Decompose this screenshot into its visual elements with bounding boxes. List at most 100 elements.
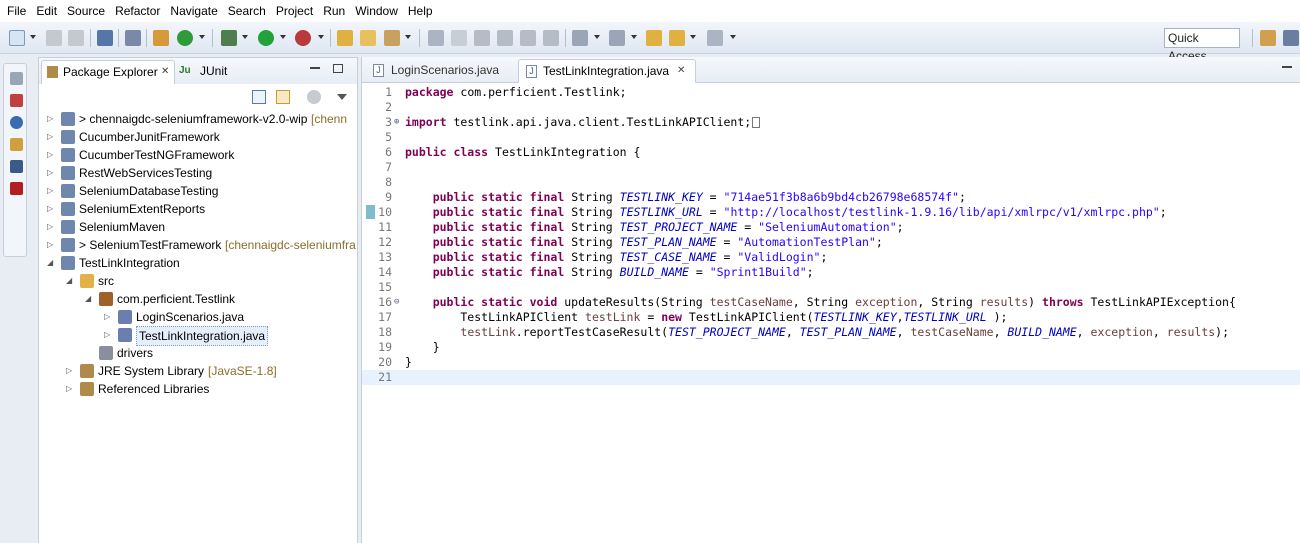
back-dropdown-icon[interactable]: [690, 35, 696, 39]
collapsed-twisty-icon[interactable]: ▷: [47, 128, 53, 146]
expanded-twisty-icon[interactable]: ◢: [47, 254, 53, 272]
show-whitespace-icon[interactable]: [543, 30, 559, 46]
collapsed-twisty-icon[interactable]: ▷: [47, 182, 53, 200]
collapse-fold-icon[interactable]: ⊖: [394, 295, 399, 310]
collapse-all-icon[interactable]: [252, 90, 266, 104]
code-line[interactable]: 7: [362, 160, 1300, 175]
new-icon[interactable]: [9, 30, 25, 46]
code-line[interactable]: 18 testLink.reportTestCaseResult(TEST_PR…: [362, 325, 1300, 340]
menu-search[interactable]: Search: [223, 0, 271, 22]
prev-annotation-icon[interactable]: [497, 30, 513, 46]
menu-help[interactable]: Help: [403, 0, 438, 22]
minimize-icon[interactable]: [310, 67, 320, 69]
code-line[interactable]: 6 public class TestLinkIntegration {: [362, 145, 1300, 160]
tab-testlink-integration[interactable]: J TestLinkIntegration.java ✕: [518, 59, 696, 83]
code-line[interactable]: 15: [362, 280, 1300, 295]
code-line[interactable]: 5: [362, 130, 1300, 145]
menu-file[interactable]: File: [2, 0, 31, 22]
open-perspective-icon[interactable]: [1260, 30, 1276, 46]
expanded-twisty-icon[interactable]: ◢: [66, 272, 72, 290]
tree-item[interactable]: ◢ TestLinkIntegration: [39, 254, 357, 272]
menu-project[interactable]: Project: [271, 0, 318, 22]
edit-dropdown-icon[interactable]: [405, 35, 411, 39]
tree-item[interactable]: ▷ > SeleniumTestFramework [chennaigdc-sele…: [39, 236, 357, 254]
code-line[interactable]: 20}: [362, 355, 1300, 370]
code-line[interactable]: 9 public static final String TESTLINK_KE…: [362, 190, 1300, 205]
refresh-icon[interactable]: [177, 30, 193, 46]
code-line[interactable]: 19 }: [362, 340, 1300, 355]
collapsed-twisty-icon[interactable]: ▷: [47, 218, 53, 236]
tree-item[interactable]: ▷ > chennaigdc-seleniumframework-v2.0-wip…: [39, 110, 357, 128]
tab-login-scenarios[interactable]: J LoginScenarios.java: [366, 59, 514, 83]
code-line[interactable]: 13 public static final String TEST_CASE_…: [362, 250, 1300, 265]
console-view-icon[interactable]: [10, 160, 23, 173]
collapsed-twisty-icon[interactable]: ▷: [47, 200, 53, 218]
login-icon[interactable]: [153, 30, 169, 46]
tree-item[interactable]: ▷ RestWebServicesTesting: [39, 164, 357, 182]
collapsed-twisty-icon[interactable]: ▷: [104, 326, 110, 344]
ant-view-icon[interactable]: [10, 182, 23, 195]
collapsed-twisty-icon[interactable]: ▷: [66, 362, 72, 380]
run-icon[interactable]: [258, 30, 274, 46]
skip-breakpoints-icon[interactable]: [125, 30, 141, 46]
save-all-icon[interactable]: [68, 30, 84, 46]
tree-item[interactable]: ◢ com.perficient.Testlink: [39, 290, 357, 308]
java-perspective-icon[interactable]: [1283, 30, 1299, 46]
folded-imports-icon[interactable]: [752, 117, 761, 128]
tree-item[interactable]: ▷ SeleniumDatabaseTesting: [39, 182, 357, 200]
debug-dropdown-icon[interactable]: [242, 35, 248, 39]
forward-dropdown-icon[interactable]: [730, 35, 736, 39]
block-select-icon[interactable]: [520, 30, 536, 46]
expand-fold-icon[interactable]: ⊕: [394, 115, 399, 130]
tree-item[interactable]: ▷ CucumberTestNGFramework: [39, 146, 357, 164]
tab-junit[interactable]: Ju JUnit: [177, 60, 237, 84]
menu-refactor[interactable]: Refactor: [110, 0, 165, 22]
code-line[interactable]: 2: [362, 100, 1300, 115]
collapsed-twisty-icon[interactable]: ▷: [47, 146, 53, 164]
debug-icon[interactable]: [221, 30, 237, 46]
close-icon[interactable]: ✕: [677, 60, 685, 82]
save-icon[interactable]: [46, 30, 62, 46]
code-line[interactable]: 3 ⊕ import testlink.api.java.client.TestLi…: [362, 115, 1300, 130]
close-icon[interactable]: ✕: [161, 61, 169, 83]
edit-icon[interactable]: [384, 30, 400, 46]
collapsed-twisty-icon[interactable]: ▷: [104, 308, 110, 326]
refresh-dropdown-icon[interactable]: [199, 35, 205, 39]
collapsed-twisty-icon[interactable]: ▷: [47, 236, 53, 254]
code-line[interactable]: 11 public static final String TEST_PROJE…: [362, 220, 1300, 235]
declaration-view-icon[interactable]: [10, 138, 23, 151]
menu-navigate[interactable]: Navigate: [165, 0, 222, 22]
tab-package-explorer[interactable]: Package Explorer ✕: [41, 60, 175, 84]
collapsed-twisty-icon[interactable]: ▷: [66, 380, 72, 398]
pen-icon[interactable]: [451, 30, 467, 46]
expanded-twisty-icon[interactable]: ◢: [85, 290, 91, 308]
menu-run[interactable]: Run: [318, 0, 350, 22]
code-line[interactable]: 14 public static final String BUILD_NAME…: [362, 265, 1300, 280]
tree-item[interactable]: ▷ TestLinkIntegration.java: [39, 326, 357, 346]
restore-icon[interactable]: [10, 72, 23, 85]
toggle-mark-icon[interactable]: [428, 30, 444, 46]
tree-item[interactable]: ▷ CucumberJunitFramework: [39, 128, 357, 146]
tree-item[interactable]: ▷ SeleniumMaven: [39, 218, 357, 236]
tree-item[interactable]: ▷ LoginScenarios.java: [39, 308, 357, 326]
next-edit-dropdown-icon[interactable]: [594, 35, 600, 39]
back-icon[interactable]: [669, 30, 685, 46]
prev-edit-icon[interactable]: [609, 30, 625, 46]
code-line[interactable]: 10 public static final String TESTLINK_U…: [362, 205, 1300, 220]
tree-item[interactable]: drivers: [39, 344, 357, 362]
collapsed-twisty-icon[interactable]: ▷: [47, 110, 53, 128]
minimize-icon[interactable]: [1282, 66, 1292, 68]
run-dropdown-icon[interactable]: [280, 35, 286, 39]
terminal-icon[interactable]: [97, 30, 113, 46]
menu-source[interactable]: Source: [62, 0, 110, 22]
prev-edit-dropdown-icon[interactable]: [631, 35, 637, 39]
code-line[interactable]: 16 ⊖ public static void updateResults(Str…: [362, 295, 1300, 310]
new-dropdown-icon[interactable]: [30, 35, 36, 39]
quick-access-field[interactable]: Quick Access: [1164, 28, 1240, 63]
collapsed-twisty-icon[interactable]: ▷: [47, 164, 53, 182]
menu-window[interactable]: Window: [350, 0, 403, 22]
tree-item[interactable]: ◢ src: [39, 272, 357, 290]
code-line[interactable]: 17 TestLinkAPIClient testLink = new Test…: [362, 310, 1300, 325]
maximize-icon[interactable]: [333, 64, 343, 73]
code-line[interactable]: 12 public static final String TEST_PLAN_…: [362, 235, 1300, 250]
